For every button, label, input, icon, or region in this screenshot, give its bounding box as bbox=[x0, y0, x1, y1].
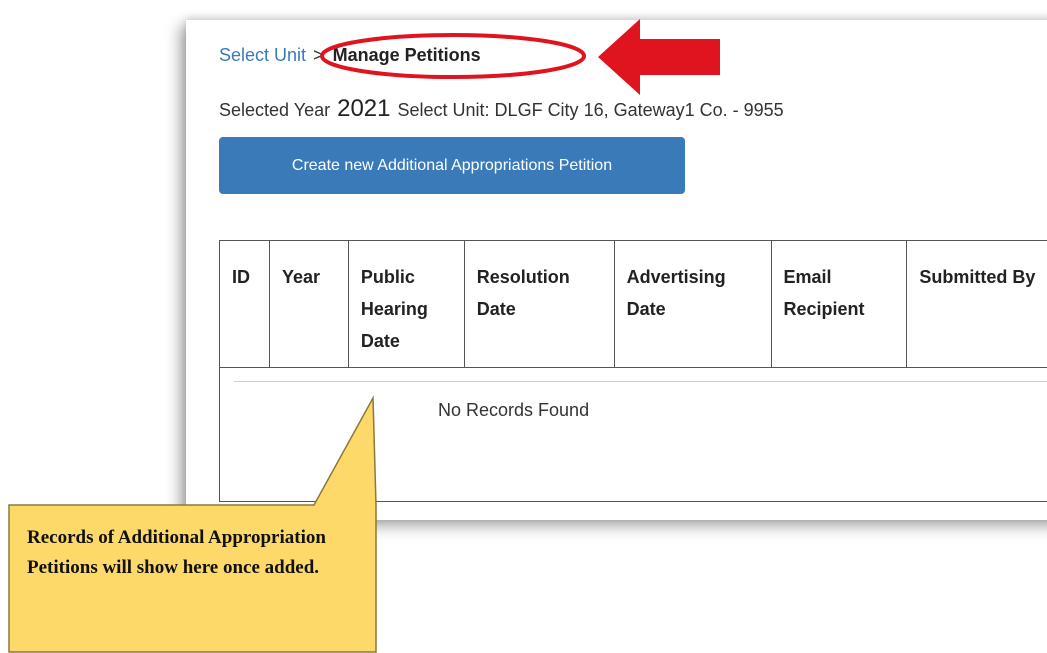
breadcrumb-select-unit-link[interactable]: Select Unit bbox=[219, 45, 306, 65]
column-header-submitted-by[interactable]: Submitted By bbox=[906, 240, 1047, 368]
column-header-advertising-date[interactable]: Advertising Date bbox=[613, 240, 772, 368]
empty-state-message: No Records Found bbox=[438, 400, 590, 420]
callout-bubble bbox=[8, 395, 377, 653]
create-petition-button-label: Create new Additional Appropriations Pet… bbox=[291, 156, 613, 174]
create-petition-button[interactable]: Create new Additional Appropriations Pet… bbox=[219, 137, 685, 194]
column-header-id[interactable]: ID bbox=[219, 240, 270, 368]
selected-unit-text: Select Unit: DLGF City 16, Gateway1 Co. … bbox=[397, 100, 784, 120]
highlight-ellipse bbox=[320, 33, 586, 79]
table-header-row: ID Year Public Hearing Date Resolution D… bbox=[219, 240, 1047, 368]
screenshot-stage: Select Unit > Manage Petitions Selected … bbox=[0, 0, 1047, 653]
selected-year-prefix: Selected Year bbox=[219, 100, 331, 120]
selected-year-value: 2021 bbox=[337, 95, 391, 122]
table-body-divider bbox=[234, 381, 1047, 382]
column-header-resolution-date[interactable]: Resolution Date bbox=[463, 240, 615, 368]
column-header-public-hearing-date[interactable]: Public Hearing Date bbox=[347, 240, 465, 368]
petitions-table: ID Year Public Hearing Date Resolution D… bbox=[219, 240, 1047, 368]
column-header-year[interactable]: Year bbox=[268, 240, 349, 368]
left-arrow-icon bbox=[598, 19, 720, 95]
selected-year-unit-line: Selected Year 2021 Select Unit: DLGF Cit… bbox=[219, 95, 784, 123]
column-header-email-recipient[interactable]: Email Recipient bbox=[770, 240, 908, 368]
callout-text: Records of Additional Appropriation Peti… bbox=[27, 527, 326, 578]
